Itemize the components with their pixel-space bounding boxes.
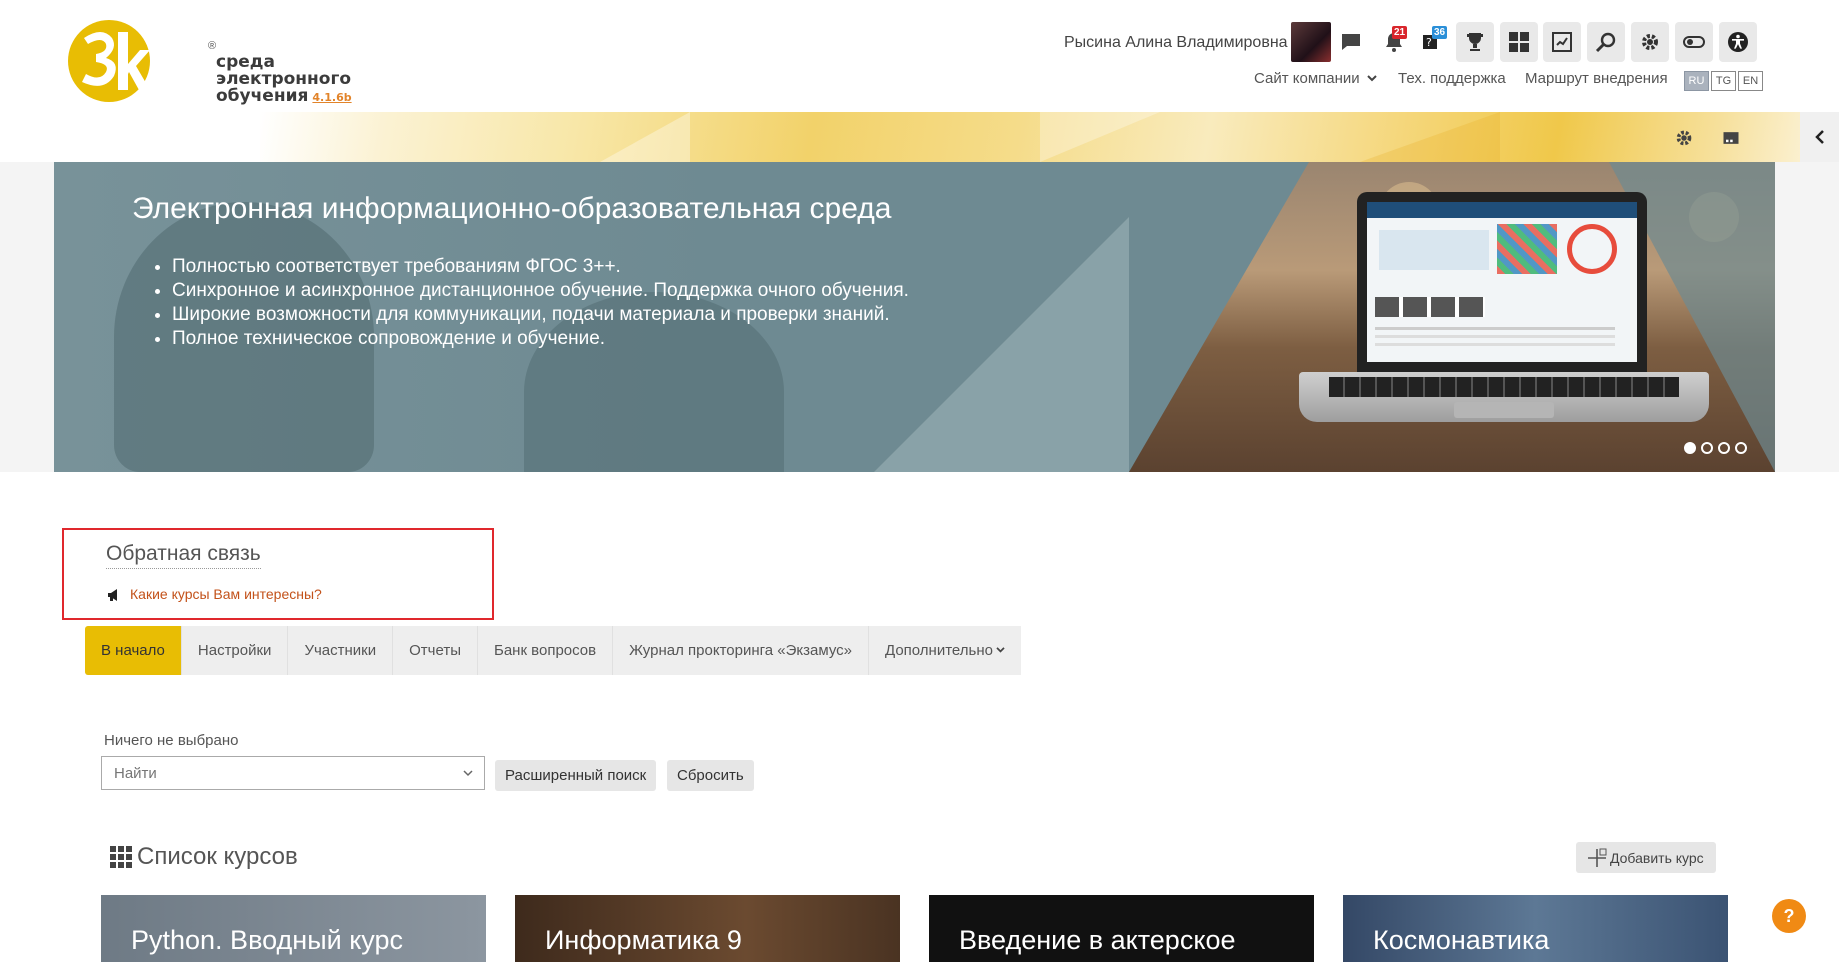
drawer-toggle[interactable] [1800, 112, 1839, 162]
banner-title: Электронная информационно-образовательна… [132, 192, 892, 225]
site-header: ® среда электронного обучения 4.1.6b Рыси… [0, 0, 1839, 162]
add-course-button[interactable]: Добавить курс [1576, 842, 1716, 873]
carousel-indicators [1684, 442, 1747, 454]
add-icon [1588, 848, 1607, 867]
course-nav-tabs: В начало Настройки Участники Отчеты Банк… [85, 626, 1021, 675]
gear-icon [1642, 34, 1658, 50]
tab-more-label: Дополнительно [885, 642, 993, 659]
tab-reports[interactable]: Отчеты [393, 626, 478, 675]
notifications-badge: 21 [1392, 26, 1408, 39]
dashboard-button[interactable] [1500, 22, 1538, 62]
logo-line-3: обучения [216, 86, 309, 106]
questions-badge: 36 [1432, 26, 1448, 39]
banner-bullet: Полное техническое сопровождение и обуче… [172, 327, 909, 351]
tab-settings[interactable]: Настройки [181, 626, 289, 675]
chevron-left-icon [1814, 130, 1824, 144]
chevron-down-icon [996, 647, 1005, 653]
toggle-icon [1683, 36, 1705, 48]
site-logo[interactable]: ® среда электронного обучения 4.1.6b [66, 18, 352, 105]
search-icon [1595, 32, 1616, 53]
course-card[interactable]: Космонавтика [1343, 895, 1728, 962]
grid-icon [1509, 32, 1529, 52]
chevron-down-icon[interactable] [462, 767, 474, 779]
company-site-label: Сайт компании [1254, 70, 1360, 87]
logo-3k-icon [68, 20, 150, 102]
banner-laptop-image [1129, 162, 1775, 472]
lang-tg[interactable]: TG [1711, 71, 1736, 91]
tab-home[interactable]: В начало [85, 626, 182, 675]
course-card[interactable]: Информатика 9 [515, 895, 900, 962]
course-search-box[interactable] [101, 756, 485, 790]
feedback-title: Обратная связь [106, 542, 261, 569]
lang-ru[interactable]: RU [1684, 71, 1709, 91]
settings-button[interactable] [1631, 22, 1669, 62]
lang-en[interactable]: EN [1738, 71, 1763, 91]
courses-button[interactable] [1543, 22, 1581, 62]
banner-bullet: Полностью соответствует требованиям ФГОС… [172, 255, 909, 279]
feedback-block: Обратная связь Какие курсы Вам интересны… [62, 528, 494, 620]
search-input[interactable] [102, 757, 442, 789]
tech-support-link[interactable]: Тех. поддержка [1398, 70, 1506, 87]
tab-participants[interactable]: Участники [288, 626, 394, 675]
hero-banner: Электронная информационно-образовательна… [54, 162, 1775, 472]
carousel-dot[interactable] [1735, 442, 1747, 454]
save-icon[interactable] [1718, 125, 1744, 151]
page-settings-icon[interactable] [1671, 125, 1697, 151]
user-name[interactable]: Рысина Алина Владимировна [1064, 34, 1288, 52]
svg-text:?: ? [1426, 36, 1432, 49]
notifications-icon[interactable]: 21 [1375, 22, 1413, 62]
user-avatar[interactable] [1291, 22, 1331, 62]
feedback-link[interactable]: Какие курсы Вам интересны? [130, 586, 322, 602]
tab-proctoring-log[interactable]: Журнал прокторинга «Экзамус» [613, 626, 869, 675]
accessibility-button[interactable] [1719, 22, 1757, 62]
implementation-route-link[interactable]: Маршрут внедрения [1525, 70, 1668, 87]
advanced-search-button[interactable]: Расширенный поиск [495, 760, 657, 791]
course-list-title: Список курсов [137, 843, 298, 870]
course-title: Введение в актерское [959, 925, 1236, 955]
achievements-button[interactable] [1456, 22, 1494, 62]
search-selection-label: Ничего не выбрано [104, 732, 239, 749]
course-card[interactable]: Введение в актерское [929, 895, 1314, 962]
banner-bullet: Синхронное и асинхронное дистанционное о… [172, 279, 909, 303]
board-icon [1552, 32, 1572, 52]
carousel-dot[interactable] [1684, 442, 1696, 454]
logo-registered-mark: ® [208, 40, 217, 52]
company-site-link[interactable]: Сайт компании [1254, 70, 1377, 87]
grid-icon [110, 846, 132, 868]
chevron-down-icon [1367, 75, 1377, 82]
help-button[interactable]: ? [1772, 899, 1806, 933]
megaphone-icon [108, 589, 117, 601]
messages-icon[interactable] [1332, 22, 1370, 62]
logo-version: 4.1.6b [312, 91, 352, 104]
logo-text: среда электронного обучения 4.1.6b [216, 54, 352, 106]
carousel-dot[interactable] [1718, 442, 1730, 454]
reset-button[interactable]: Сбросить [667, 760, 754, 791]
search-button[interactable] [1587, 22, 1625, 62]
questions-icon[interactable]: ? 36 [1414, 22, 1452, 62]
banner-bullet: Широкие возможности для коммуникации, по… [172, 303, 909, 327]
tab-question-bank[interactable]: Банк вопросов [477, 626, 614, 675]
carousel-dot[interactable] [1701, 442, 1713, 454]
language-switcher: RU TG EN [1684, 71, 1765, 91]
banner-bullets: Полностью соответствует требованиям ФГОС… [172, 255, 909, 351]
course-title: Python. Вводный курс [131, 925, 404, 955]
course-title: Информатика 9 [545, 925, 742, 955]
add-course-label: Добавить курс [1610, 849, 1704, 866]
accessibility-icon [1728, 32, 1748, 52]
header-decoration [260, 112, 1839, 162]
trophy-icon [1467, 33, 1483, 51]
course-card[interactable]: Python. Вводный курс [101, 895, 486, 962]
logo-line-3-wrap: обучения 4.1.6b [216, 88, 352, 106]
course-list-heading: Список курсов [110, 843, 298, 871]
course-title: Космонавтика [1373, 925, 1550, 955]
tab-more[interactable]: Дополнительно [869, 626, 1021, 675]
theme-toggle-button[interactable] [1675, 22, 1713, 62]
